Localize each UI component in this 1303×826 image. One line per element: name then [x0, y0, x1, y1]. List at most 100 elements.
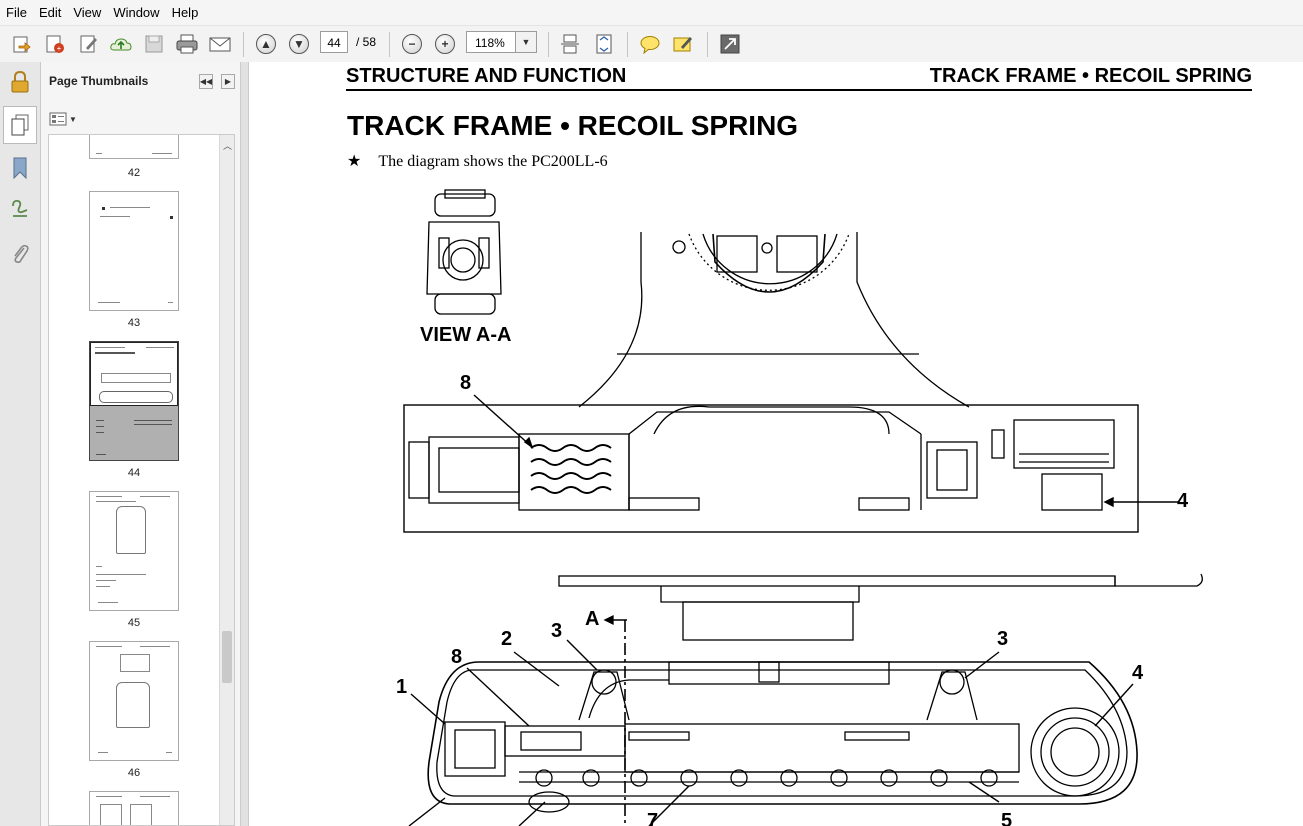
next-page-button[interactable]: ▼: [286, 32, 312, 56]
navigation-rail: [0, 62, 41, 826]
scroll-up-icon[interactable]: ︿: [223, 139, 232, 152]
pages-icon: [11, 114, 29, 136]
full-screen-button[interactable]: [717, 32, 743, 56]
callout-7: 7: [647, 810, 659, 826]
zoom-out-button[interactable]: −: [399, 32, 425, 56]
toolbar-separator: [389, 32, 390, 57]
callout-1: 1: [396, 676, 408, 698]
paperclip-icon: [14, 244, 29, 264]
arrow-up-icon: ▲: [256, 34, 276, 54]
side-view-undercarriage: [427, 573, 1203, 813]
page-number-input[interactable]: 44: [320, 31, 348, 53]
highlight-button[interactable]: [670, 32, 696, 56]
callout-4-side: 4: [1132, 662, 1144, 684]
scroll-pages-icon: [561, 34, 579, 54]
thumbnail-label: 44: [127, 467, 141, 479]
callout-4-top: 4: [1177, 490, 1189, 512]
callout-a: A: [585, 608, 600, 630]
toolbar-separator: [548, 32, 549, 57]
menu-view[interactable]: View: [67, 0, 107, 25]
menu-bar: File Edit View Window Help: [0, 0, 1303, 25]
options-list-icon: [49, 112, 67, 126]
revolving-frame: [578, 232, 970, 408]
callout-3-left: 3: [551, 620, 563, 642]
svg-text:+: +: [57, 44, 62, 53]
scrolling-mode-button[interactable]: [557, 32, 583, 56]
signatures-tab[interactable]: [6, 196, 34, 224]
panel-title: Page Thumbnails: [49, 74, 149, 88]
toolbar-separator: [707, 32, 708, 57]
fit-page-button[interactable]: [591, 32, 617, 56]
callout-8-side: 8: [451, 646, 463, 668]
edit-icon: [80, 35, 97, 53]
panel-arrow-button[interactable]: ▶: [221, 74, 235, 89]
fit-page-icon: [596, 34, 612, 54]
upload-cloud-button[interactable]: [108, 32, 134, 56]
arrow-down-icon: ▼: [289, 34, 309, 54]
create-pdf-button[interactable]: +: [42, 32, 68, 56]
minus-icon: −: [402, 34, 422, 54]
view-a-a-label: VIEW A-A: [420, 324, 512, 346]
thumbnail-page-44[interactable]: [89, 341, 179, 461]
thumbnail-page-46[interactable]: [89, 641, 179, 761]
toolbar: + ▲ ▼ − +: [0, 25, 1303, 63]
track-frame-diagram: [403, 189, 1203, 826]
thumbnail-page-42[interactable]: [89, 135, 179, 159]
menu-edit[interactable]: Edit: [33, 0, 67, 25]
envelope-icon: [209, 37, 231, 52]
thumbnail-label: 43: [127, 317, 141, 329]
toolbar-separator: [627, 32, 628, 57]
printer-icon: [176, 34, 198, 54]
thumbnail-scrollbar[interactable]: ︿: [219, 135, 234, 825]
save-button[interactable]: [141, 32, 167, 56]
highlighter-icon: [673, 37, 692, 52]
double-chevron-left-icon: ◀◀: [199, 77, 213, 86]
open-file-icon: [13, 36, 31, 53]
security-button[interactable]: [6, 68, 34, 96]
panel-header: Page Thumbnails ◀◀ ▶: [41, 62, 240, 100]
thumbnail-page-47[interactable]: [89, 791, 179, 825]
attachments-tab[interactable]: [6, 240, 34, 268]
lock-icon: [11, 70, 29, 93]
page-total: / 58: [356, 35, 377, 49]
thumbnail-options-button[interactable]: ▼: [49, 110, 77, 128]
page-thumbnails-tab[interactable]: [3, 106, 37, 144]
zoom-in-button[interactable]: +: [432, 32, 458, 56]
chevron-down-icon: ▼: [69, 114, 77, 124]
save-icon: [145, 35, 163, 53]
signature-icon: [12, 199, 28, 217]
thumbnails-panel: Page Thumbnails ◀◀ ▶ ▼ 42 43 44 45 46 ︿: [41, 62, 240, 826]
menu-help[interactable]: Help: [166, 0, 205, 25]
email-button[interactable]: [207, 32, 233, 56]
plus-icon: +: [435, 34, 455, 54]
thumbnail-page-45[interactable]: [89, 491, 179, 611]
thumbnail-page-43[interactable]: [89, 191, 179, 311]
thumbnail-label: 46: [127, 767, 141, 779]
thumbnail-list: 42 43 44 45 46 ︿: [48, 134, 235, 826]
toolbar-separator: [243, 32, 244, 57]
thumbnail-label: 42: [127, 167, 141, 179]
create-pdf-icon: +: [46, 35, 64, 53]
callout-2: 2: [501, 628, 513, 650]
callout-5: 5: [1001, 810, 1013, 826]
chevron-right-icon: ▶: [224, 77, 232, 86]
scrollbar-thumb[interactable]: [222, 631, 232, 683]
open-file-button[interactable]: [9, 32, 35, 56]
previous-page-button[interactable]: ▲: [253, 32, 279, 56]
zoom-input[interactable]: 118%: [466, 31, 516, 53]
view-a-a-drawing: [426, 189, 502, 315]
edit-button[interactable]: [76, 32, 102, 56]
collapse-panel-button[interactable]: ◀◀: [199, 74, 213, 89]
panel-splitter[interactable]: [240, 62, 249, 826]
bookmarks-tab[interactable]: [6, 154, 34, 182]
section-line-a: [603, 614, 627, 826]
zoom-dropdown-button[interactable]: ▼: [515, 31, 537, 53]
menu-file[interactable]: File: [0, 0, 33, 25]
print-button[interactable]: [174, 32, 200, 56]
callout-8-top: 8: [460, 372, 472, 394]
plan-view-frame: [403, 404, 1139, 533]
comment-button[interactable]: [637, 32, 663, 56]
menu-window[interactable]: Window: [107, 0, 165, 25]
callout-3-right: 3: [997, 628, 1009, 650]
chevron-down-icon: ▼: [521, 37, 531, 47]
